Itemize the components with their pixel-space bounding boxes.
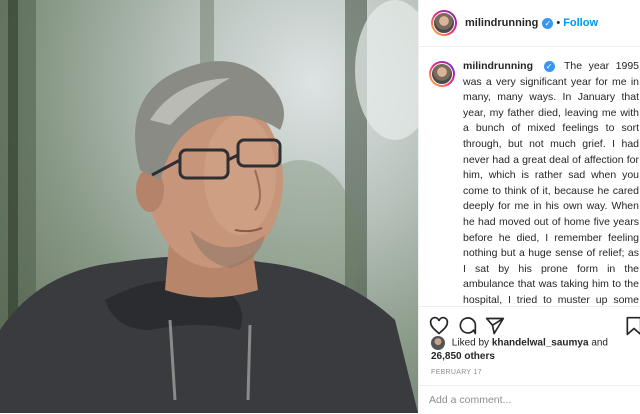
post-header: milindrunning ✓ • Follow: [419, 0, 640, 47]
post-photo[interactable]: [0, 0, 418, 413]
likes-count[interactable]: 26,850 others: [431, 351, 495, 362]
post-date[interactable]: FEBRUARY 17: [431, 369, 482, 376]
caption-body: The year 1995 was a very significant yea…: [463, 60, 639, 305]
post-panel: milindrunning ✓ • Follow milindrunning ✓…: [418, 0, 640, 413]
paper-plane-icon[interactable]: [485, 316, 505, 336]
comment-input[interactable]: [429, 394, 629, 406]
follow-button[interactable]: Follow: [563, 17, 598, 29]
liker-avatar[interactable]: [431, 336, 445, 350]
bookmark-icon[interactable]: [624, 316, 640, 336]
caption-avatar[interactable]: [429, 61, 455, 87]
liked-by-user[interactable]: khandelwal_saumya: [492, 338, 589, 349]
liked-by-and: and: [591, 337, 608, 349]
caption-text: milindrunning ✓ The year 1995 was a very…: [463, 59, 639, 305]
comment-box: [419, 385, 640, 414]
caption-row: milindrunning ✓ The year 1995 was a very…: [419, 47, 640, 305]
header-separator: •: [556, 17, 561, 29]
verified-badge-icon: ✓: [542, 17, 554, 29]
instagram-post: milindrunning ✓ • Follow milindrunning ✓…: [0, 0, 640, 413]
caption-scroll-area[interactable]: milindrunning ✓ The year 1995 was a very…: [419, 47, 640, 305]
caption-verified-badge-icon: ✓: [543, 60, 555, 72]
likes-summary: Liked by khandelwal_saumya and 26,850 ot…: [431, 336, 636, 363]
portrait-image: [0, 0, 418, 413]
caption-username[interactable]: milindrunning: [463, 60, 533, 72]
avatar[interactable]: [431, 10, 457, 36]
comment-icon[interactable]: [457, 316, 477, 336]
heart-icon[interactable]: [429, 316, 449, 336]
post-author-username[interactable]: milindrunning: [465, 17, 538, 29]
liked-by-prefix: Liked by: [451, 337, 490, 349]
